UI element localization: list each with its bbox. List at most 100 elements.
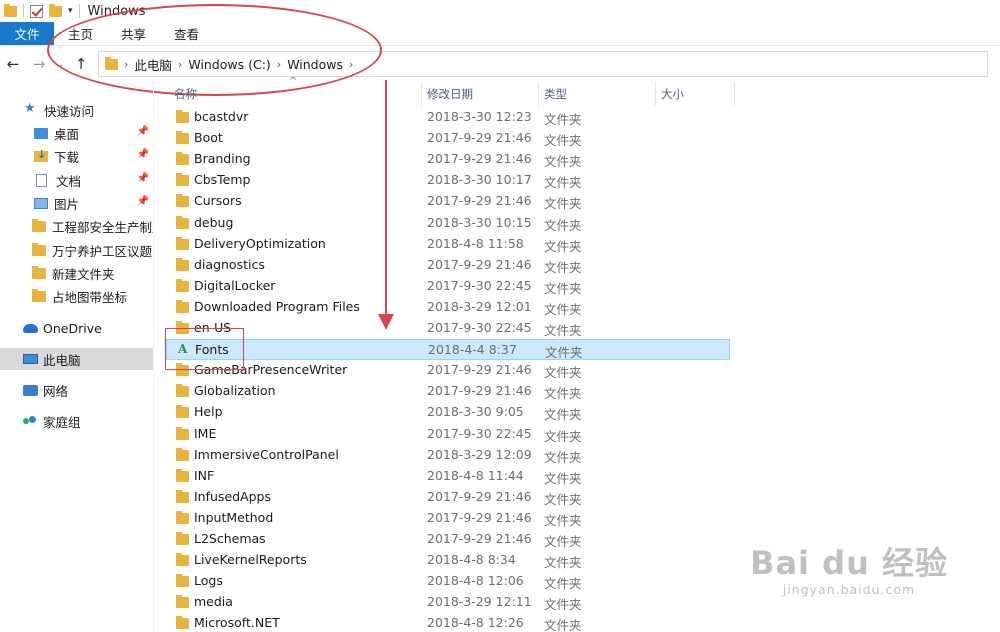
table-row[interactable]: Boot 2017-9-29 21:46 文件夹	[166, 128, 730, 149]
tab-share[interactable]: 共享	[107, 22, 160, 45]
table-row[interactable]: IME 2017-9-30 22:45 文件夹	[166, 424, 730, 445]
picture-icon	[34, 197, 48, 209]
file-date: 2018-4-8 11:44	[427, 467, 524, 483]
pin-icon[interactable]: 📌	[137, 196, 149, 207]
folder-icon	[176, 574, 189, 588]
new-folder-icon[interactable]	[49, 3, 62, 17]
table-row[interactable]: Help 2018-3-30 9:05 文件夹	[166, 402, 730, 423]
table-row[interactable]: InputMethod 2017-9-29 21:46 文件夹	[166, 508, 730, 529]
back-icon[interactable]: ←	[0, 55, 26, 73]
sidebar-item-label: 图片	[54, 196, 80, 212]
table-row[interactable]: Globalization 2017-9-29 21:46 文件夹	[166, 381, 730, 402]
pin-icon[interactable]: 📌	[137, 149, 149, 160]
sidebar-item-documents[interactable]: 文档 📌	[0, 169, 153, 191]
table-row[interactable]: media 2018-3-29 12:11 文件夹	[166, 592, 730, 613]
file-name: debug	[194, 214, 234, 230]
table-row[interactable]: L2Schemas 2017-9-29 21:46 文件夹	[166, 529, 730, 550]
sidebar-item-quick-access[interactable]: 快速访问	[0, 99, 153, 121]
sidebar-item-folder[interactable]: 占地图带坐标	[0, 285, 153, 307]
file-date: 2017-9-29 21:46	[427, 130, 532, 146]
file-type: 文件夹	[544, 428, 582, 444]
column-header-name[interactable]: 名称	[174, 82, 197, 106]
table-row[interactable]: Logs 2018-4-8 12:06 文件夹	[166, 571, 730, 592]
folder-icon	[4, 3, 17, 17]
file-name: Branding	[194, 151, 251, 167]
tab-home[interactable]: 主页	[54, 22, 107, 45]
folder-icon	[32, 288, 46, 302]
breadcrumb-windows[interactable]: Windows	[287, 57, 343, 72]
table-row[interactable]: InfusedApps 2017-9-29 21:46 文件夹	[166, 487, 730, 508]
sidebar-item-label: 此电脑	[43, 352, 81, 368]
chevron-right-icon[interactable]: ›	[124, 58, 128, 71]
file-date: 2018-3-30 12:23	[427, 109, 532, 124]
file-type: 文件夹	[544, 555, 582, 571]
file-date: 2017-9-29 21:46	[427, 151, 532, 167]
folder-icon	[32, 242, 46, 256]
column-header-size[interactable]: 大小	[661, 82, 684, 106]
customize-dropdown-icon[interactable]: ▾	[68, 6, 73, 16]
file-date: 2017-9-29 21:46	[427, 488, 532, 504]
sidebar-item-label: 文档	[56, 173, 82, 189]
sidebar-item-folder[interactable]: 万宁养护工区议题	[0, 239, 153, 261]
table-row[interactable]: diagnostics 2017-9-29 21:46 文件夹	[166, 255, 730, 276]
folder-icon	[176, 299, 189, 313]
chevron-right-icon[interactable]: ›	[178, 58, 182, 71]
address-bar[interactable]: › 此电脑 › Windows (C:) › Windows ›	[98, 51, 988, 77]
sidebar-item-homegroup[interactable]: 家庭组	[0, 410, 153, 432]
file-name: Boot	[194, 130, 223, 146]
sidebar-item-folder[interactable]: 工程部安全生产制度	[0, 215, 153, 237]
table-row[interactable]: INF 2018-4-8 11:44 文件夹	[166, 466, 730, 487]
sidebar-item-downloads[interactable]: 下载 📌	[0, 145, 153, 167]
annotation-arrow	[385, 80, 387, 320]
table-row[interactable]: Downloaded Program Files 2018-3-29 12:01 文…	[166, 297, 730, 318]
sidebar-item-label: 快速访问	[44, 103, 95, 119]
table-row[interactable]: Fonts 2018-4-4 8:37 文件夹	[166, 339, 730, 361]
chevron-right-icon[interactable]: ›	[349, 58, 353, 71]
table-row[interactable]: Microsoft.NET 2018-4-8 12:26 文件夹	[166, 613, 730, 632]
folder-icon	[176, 278, 189, 292]
file-name: Fonts	[195, 342, 229, 358]
file-type: 文件夹	[544, 175, 582, 191]
pin-icon[interactable]: 📌	[137, 126, 149, 137]
chevron-right-icon[interactable]: ›	[277, 58, 281, 71]
tab-file[interactable]: 文件	[0, 22, 54, 45]
sidebar-item-this-pc[interactable]: 此电脑	[0, 348, 153, 370]
table-row[interactable]: bcastdvr 2018-3-30 12:23 文件夹	[166, 107, 730, 128]
table-row[interactable]: DeliveryOptimization 2018-4-8 11:58 文件夹	[166, 234, 730, 255]
table-row[interactable]: Cursors 2017-9-29 21:46 文件夹	[166, 191, 730, 212]
table-row[interactable]: LiveKernelReports 2018-4-8 8:34 文件夹	[166, 550, 730, 571]
column-header-type[interactable]: 类型	[544, 82, 567, 106]
download-icon	[34, 148, 48, 162]
recent-locations-icon[interactable]: ⌄	[52, 59, 68, 70]
table-row[interactable]: ImmersiveControlPanel 2018-3-29 12:09 文件夹	[166, 445, 730, 466]
sidebar-item-desktop[interactable]: 桌面 📌	[0, 122, 153, 144]
table-row[interactable]: Branding 2017-9-29 21:46 文件夹	[166, 149, 730, 170]
table-row[interactable]: DigitalLocker 2017-9-30 22:45 文件夹	[166, 276, 730, 297]
column-divider[interactable]	[538, 82, 539, 106]
table-row[interactable]: GameBarPresenceWriter 2017-9-29 21:46 文件夹	[166, 360, 730, 381]
breadcrumb-drive-c[interactable]: Windows (C:)	[188, 57, 270, 72]
sidebar-item-pictures[interactable]: 图片 📌	[0, 192, 153, 214]
column-divider[interactable]	[421, 82, 422, 106]
pin-icon[interactable]: 📌	[137, 173, 149, 184]
forward-icon[interactable]: →	[26, 55, 52, 73]
up-icon[interactable]: ↑	[68, 55, 94, 73]
breadcrumb-this-pc[interactable]: 此电脑	[134, 55, 172, 74]
file-name: bcastdvr	[194, 109, 249, 124]
table-row[interactable]: CbsTemp 2018-3-30 10:17 文件夹	[166, 170, 730, 191]
table-row[interactable]: en-US 2017-9-30 22:45 文件夹	[166, 318, 730, 339]
tab-view[interactable]: 查看	[160, 22, 213, 45]
column-divider[interactable]	[734, 82, 735, 106]
properties-check-icon[interactable]	[30, 4, 43, 18]
file-type: 文件夹	[544, 112, 582, 127]
folder-icon	[176, 194, 189, 208]
sidebar-item-folder[interactable]: 新建文件夹	[0, 262, 153, 284]
sidebar-item-onedrive[interactable]: OneDrive	[0, 317, 153, 339]
table-row[interactable]: debug 2018-3-30 10:15 文件夹	[166, 213, 730, 234]
folder-icon	[32, 218, 46, 232]
desktop-icon	[34, 127, 48, 139]
column-header-date[interactable]: 修改日期	[427, 82, 473, 106]
column-divider[interactable]	[655, 82, 656, 106]
file-name: InputMethod	[194, 509, 274, 525]
sidebar-item-network[interactable]: 网络	[0, 379, 153, 401]
